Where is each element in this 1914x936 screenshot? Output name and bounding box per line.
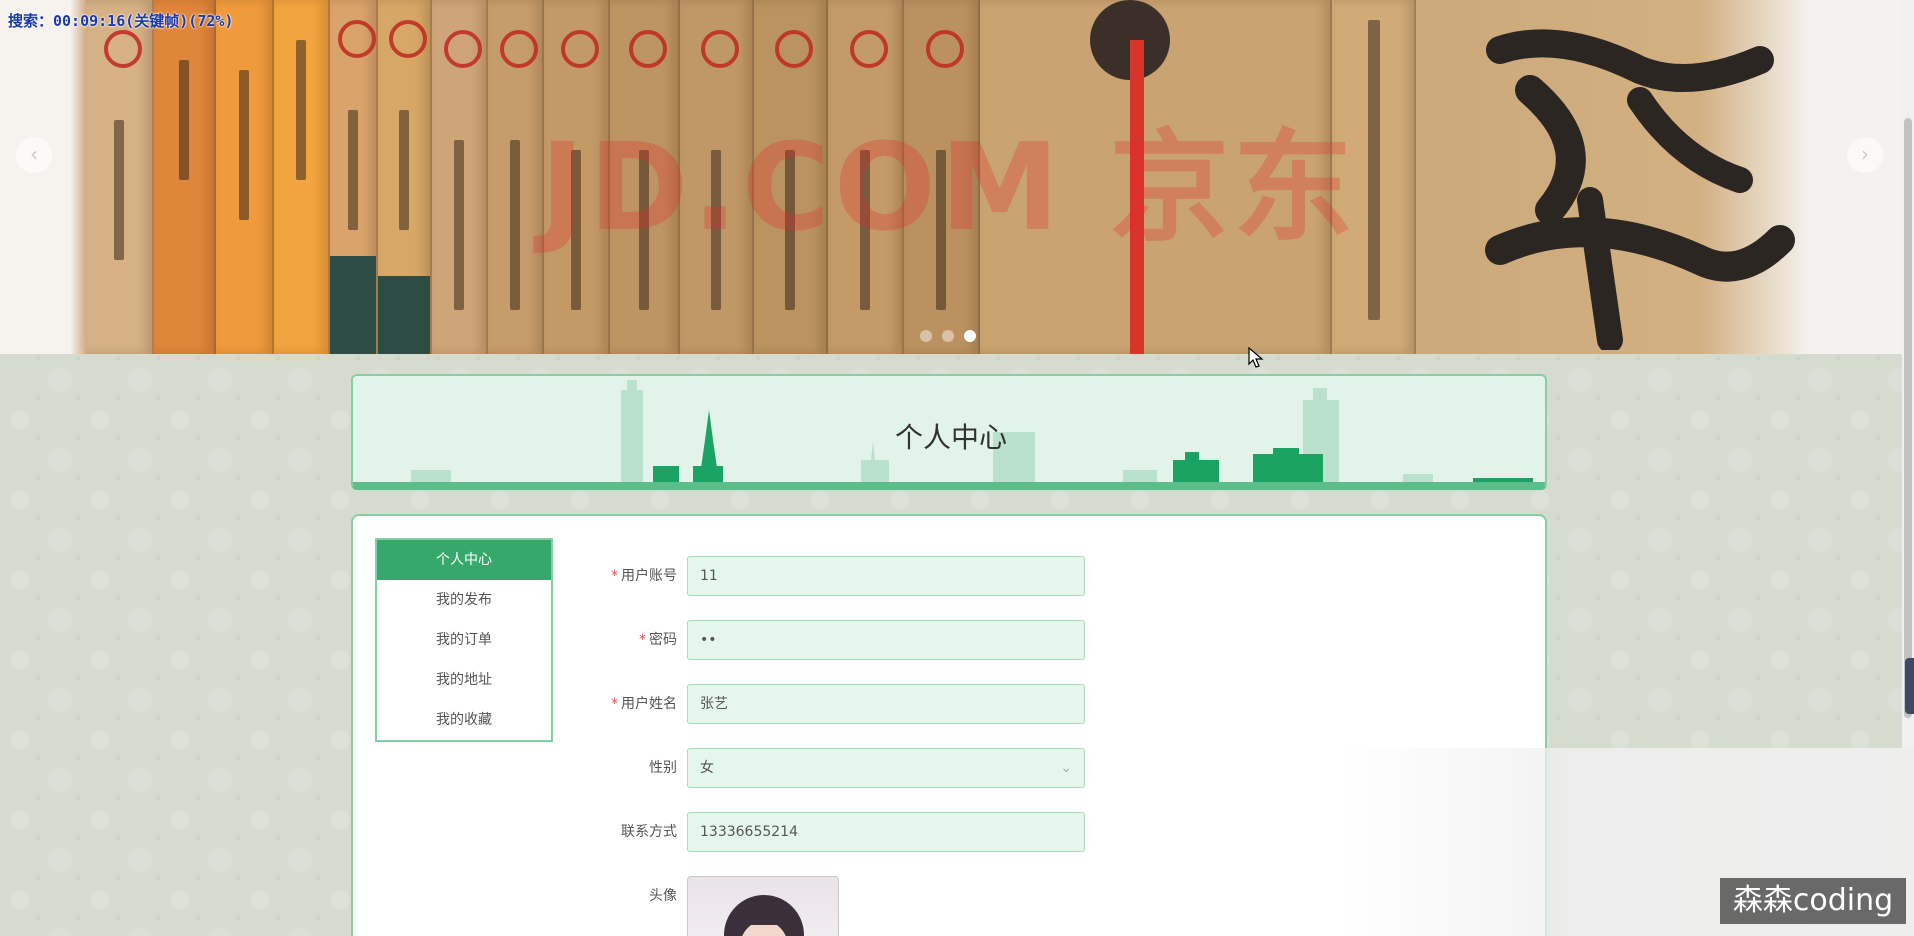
- avatar-label: 头像: [649, 888, 677, 904]
- phone-input[interactable]: 13336655214: [687, 812, 1085, 852]
- banner-carousel[interactable]: JD.COM 京东 ‹ ›: [0, 0, 1914, 354]
- name-label: * 用户姓名: [611, 696, 677, 712]
- form-row-avatar: 头像: [563, 876, 1063, 936]
- title-panel: 个人中心: [351, 374, 1547, 490]
- watermark-badge: 森森coding: [1720, 878, 1906, 924]
- password-input[interactable]: ••: [687, 620, 1085, 660]
- form-row-name: * 用户姓名 张艺: [563, 684, 1085, 724]
- book-spine: [432, 0, 488, 354]
- account-label: * 用户账号: [611, 568, 677, 584]
- carousel-indicators: [920, 330, 976, 342]
- carousel-dot[interactable]: [942, 330, 954, 342]
- page-title: 个人中心: [894, 421, 1007, 454]
- book-spine: [488, 0, 544, 354]
- form-row-phone: 联系方式 13336655214: [563, 812, 1085, 852]
- menu-item-my-favorites[interactable]: 我的收藏: [377, 700, 551, 740]
- password-label: * 密码: [639, 632, 677, 648]
- carousel-dot[interactable]: [920, 330, 932, 342]
- side-widget-tab[interactable]: [1905, 658, 1914, 714]
- book-spine: [154, 0, 216, 354]
- recording-overlay: 搜索：00:09:16(关键帧)(72%): [8, 12, 234, 30]
- chevron-down-icon: ⌄: [1060, 760, 1072, 776]
- book-spine: [86, 0, 154, 354]
- book-spine: [216, 0, 274, 354]
- phone-label: 联系方式: [621, 824, 677, 840]
- menu-item-profile[interactable]: 个人中心: [377, 540, 551, 580]
- gender-select-value: 女: [700, 760, 714, 776]
- form-row-gender: 性别 女 ⌄: [563, 748, 1085, 788]
- side-menu: 个人中心 我的发布 我的订单 我的地址 我的收藏: [375, 538, 553, 742]
- menu-item-my-orders[interactable]: 我的订单: [377, 620, 551, 660]
- mouse-cursor-icon: [1248, 347, 1264, 368]
- form-row-password: * 密码 ••: [563, 620, 1085, 660]
- scrollbar-thumb[interactable]: [1904, 118, 1912, 718]
- calligraphy-graphic: [1485, 29, 1795, 350]
- gender-select[interactable]: 女 ⌄: [687, 748, 1085, 788]
- book-spine: [274, 0, 330, 354]
- required-mark: *: [639, 632, 646, 648]
- required-mark: *: [611, 568, 618, 584]
- carousel-prev-button[interactable]: ‹: [16, 137, 52, 173]
- name-input[interactable]: 张艺: [687, 684, 1085, 724]
- gender-label: 性别: [649, 760, 677, 776]
- account-input[interactable]: 11: [687, 556, 1085, 596]
- form-row-account: * 用户账号 11: [563, 556, 1085, 596]
- page-scrollbar[interactable]: [1902, 0, 1914, 750]
- required-mark: *: [611, 696, 618, 712]
- banner-watermark: JD.COM 京东: [540, 119, 1358, 258]
- carousel-dot-active[interactable]: [964, 330, 976, 342]
- book-spine: [378, 0, 432, 354]
- menu-item-my-posts[interactable]: 我的发布: [377, 580, 551, 620]
- menu-item-my-address[interactable]: 我的地址: [377, 660, 551, 700]
- book-spine: [330, 0, 378, 354]
- avatar: [724, 895, 804, 936]
- carousel-next-button[interactable]: ›: [1847, 137, 1883, 173]
- avatar-upload[interactable]: [687, 876, 839, 936]
